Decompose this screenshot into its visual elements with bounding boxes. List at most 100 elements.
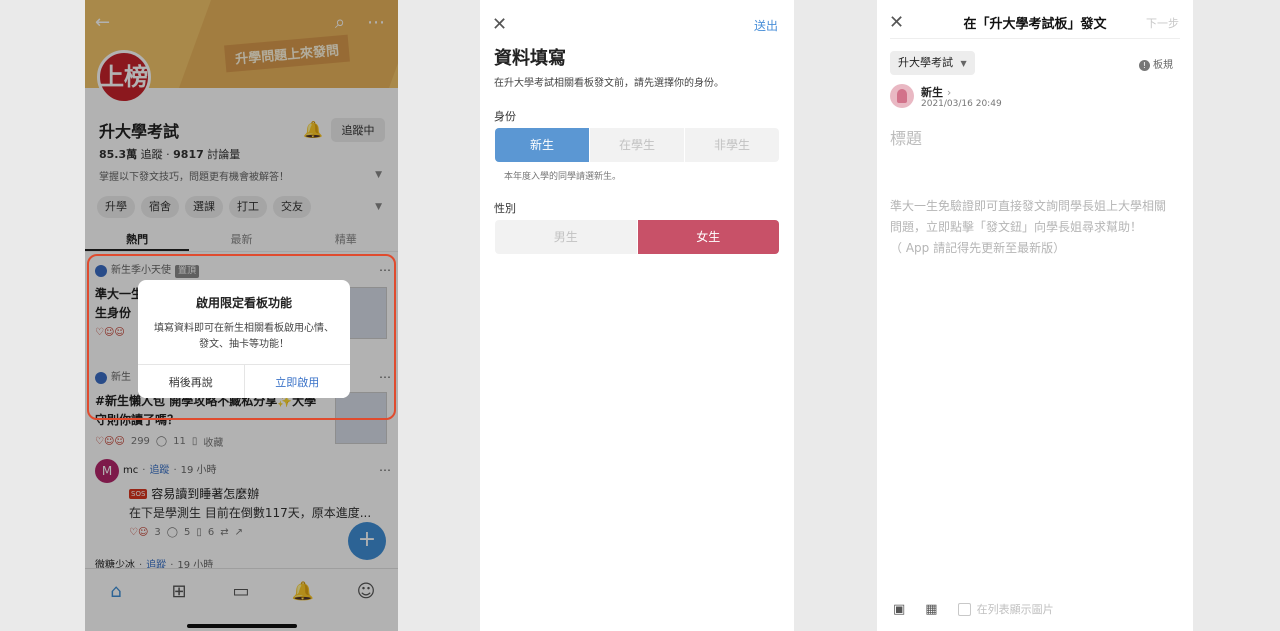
tag-chip[interactable]: 交友	[273, 196, 311, 218]
content-input[interactable]: 準大一生免驗證即可直接發文詢問學長姐上大學相關 問題，立即點擊「發文鈕」向學長姐…	[890, 196, 1182, 259]
top-bar: ← ⌕ ⋯	[95, 12, 388, 34]
meta-dot: ·	[173, 465, 177, 476]
submit-button[interactable]: 送出	[754, 17, 778, 34]
tab-hot[interactable]: 熱門	[85, 230, 190, 251]
board-screen: 升學問題上來發問 ← ⌕ ⋯ 上榜 升大學考試 🔔 追蹤中 85.3萬 追蹤 ·…	[85, 0, 398, 631]
cards-icon[interactable]: ▭	[229, 581, 253, 602]
chevron-down-icon: ▼	[960, 59, 967, 68]
boards-grid-icon[interactable]: ⊞	[167, 581, 191, 602]
home-indicator	[187, 624, 297, 628]
tag-chip[interactable]: 選課	[185, 196, 223, 218]
repost-icon[interactable]: ⇄	[220, 527, 228, 538]
topic-tags: 升學 宿舍 選課 打工 交友	[97, 196, 311, 218]
avatar[interactable]: M	[95, 459, 119, 483]
board-rules-link[interactable]: ! 板規	[1138, 56, 1173, 71]
board-rules-label: 板規	[1153, 60, 1173, 71]
tags-expand-icon[interactable]: ▼	[375, 202, 382, 212]
page-title: 資料填寫	[494, 48, 566, 69]
enable-features-dialog: 啟用限定看板功能 填寫資料即可在新生相關看板啟用心情、發文、抽卡等功能！ 稍後再…	[138, 280, 350, 398]
follow-link[interactable]: 追蹤	[149, 463, 169, 479]
tab-latest[interactable]: 最新	[189, 230, 293, 251]
post-excerpt: 在下是學測生 目前在倒數117天，原本進度...	[129, 506, 372, 520]
post-reactions: ♡☺ 3 ◯ 5 ▯ 6 ⇄ ↗	[95, 527, 391, 538]
sort-tabs: 熱門 最新 精華	[85, 230, 398, 252]
show-image-checkbox[interactable]: 在列表顯示圖片	[957, 601, 1054, 617]
profile-icon[interactable]: ☺	[354, 581, 378, 602]
bottom-nav: ⌂ ⊞ ▭ 🔔 ☺	[85, 568, 398, 631]
like-count: 299	[130, 436, 150, 447]
dialog-actions: 稍後再說 立即啟用	[138, 364, 350, 398]
bookmark-icon[interactable]: ▯	[196, 527, 202, 538]
header-divider	[890, 38, 1180, 39]
tab-featured[interactable]: 精華	[294, 230, 398, 251]
identity-option-freshman[interactable]: 新生	[495, 128, 590, 162]
board-selector[interactable]: 升大學考試 ▼	[890, 51, 975, 75]
video-icon[interactable]: ▦	[925, 602, 937, 617]
chevron-down-icon[interactable]: ▼	[375, 170, 382, 180]
more-icon[interactable]: ⋯	[367, 12, 385, 34]
gender-selector: 男生 女生	[495, 220, 779, 254]
image-icon[interactable]: ▣	[893, 602, 905, 617]
profile-form-screen: ✕ 送出 資料填寫 在升大學考試相關看板發文前，請先選擇你的身份。 身份 新生 …	[480, 0, 794, 631]
following-button[interactable]: 追蹤中	[331, 118, 385, 142]
comment-count: 5	[183, 527, 191, 538]
discussions-count: 9817	[173, 148, 204, 161]
avatar	[890, 84, 914, 108]
user-identity[interactable]: 新生 ›	[921, 84, 951, 100]
meta-dot: ·	[142, 465, 146, 476]
chevron-right-icon: ›	[946, 86, 952, 99]
identity-option-non-student[interactable]: 非學生	[685, 128, 779, 162]
identity-hint: 本年度入學的同學請選新生。	[504, 172, 622, 182]
compose-toolbar: ▣ ▦ 在列表顯示圖片	[893, 601, 1054, 617]
search-icon[interactable]: ⌕	[335, 12, 345, 34]
content-placeholder-line: 準大一生免驗證即可直接發文詢問學長姐上大學相關	[890, 199, 1167, 213]
bell-icon[interactable]: 🔔	[303, 120, 323, 139]
content-placeholder-line: 問題，立即點擊「發文鈕」向學長姐尋求幫助！	[890, 220, 1143, 234]
list-item[interactable]: M mc · 追蹤 · 19 小時 ⋯ SOS 容易讀到睡著怎麼辦 在下是學測生…	[95, 459, 391, 538]
post-more-icon[interactable]: ⋯	[379, 463, 391, 477]
stage: 升學問題上來發問 ← ⌕ ⋯ 上榜 升大學考試 🔔 追蹤中 85.3萬 追蹤 ·…	[0, 0, 1280, 631]
post-title-text: 容易讀到睡著怎麼辦	[151, 487, 260, 501]
info-icon: !	[1138, 60, 1150, 71]
compose-screen: ✕ 在「升大學考試板」發文 下一步 升大學考試 ▼ ! 板規 新生 › 2021…	[877, 0, 1193, 631]
checkbox-box	[957, 602, 971, 616]
board-logo: 上榜	[97, 50, 151, 104]
comment-icon[interactable]: ◯	[167, 527, 178, 538]
identity-selector: 新生 在學生 非學生	[495, 128, 779, 162]
tag-chip[interactable]: 宿舍	[141, 196, 179, 218]
followers-count: 85.3萬	[99, 148, 138, 161]
gender-option-male[interactable]: 男生	[495, 220, 638, 254]
post-author: mc	[123, 465, 139, 476]
post-timestamp: 2021/03/16 20:49	[921, 99, 1002, 109]
reaction-icons: ♡☺	[129, 527, 149, 538]
board-stats: 85.3萬 追蹤 · 9817 討論量	[99, 146, 240, 162]
later-button[interactable]: 稍後再說	[138, 365, 245, 398]
dialog-body: 填寫資料即可在新生相關看板啟用心情、發文、抽卡等功能！	[154, 323, 334, 350]
reaction-icons: ♡☺☺	[95, 436, 125, 447]
bookmark-icon[interactable]: ▯	[192, 436, 198, 447]
share-icon[interactable]: ↗	[235, 527, 243, 538]
identity-option-student[interactable]: 在學生	[590, 128, 685, 162]
save-label[interactable]: 收藏	[203, 434, 223, 449]
comment-icon[interactable]: ◯	[156, 436, 167, 447]
notification-icon[interactable]: 🔔	[291, 581, 315, 602]
user-name: 新生	[921, 86, 943, 99]
home-icon[interactable]: ⌂	[104, 581, 128, 602]
gender-option-female[interactable]: 女生	[637, 220, 779, 254]
tag-chip[interactable]: 升學	[97, 196, 135, 218]
next-step-button[interactable]: 下一步	[1146, 15, 1179, 31]
show-image-label: 在列表顯示圖片	[976, 603, 1054, 616]
comment-count: 11	[173, 436, 186, 447]
gender-label: 性別	[494, 202, 516, 215]
identity-label: 身份	[494, 110, 516, 123]
tag-chip[interactable]: 打工	[229, 196, 267, 218]
post-time: 19 小時	[180, 465, 217, 476]
back-arrow-icon[interactable]: ←	[95, 12, 110, 34]
post-title: SOS 容易讀到睡著怎麼辦	[95, 485, 391, 504]
board-description[interactable]: 掌握以下發文技巧，問題更有機會被解答！	[99, 168, 289, 183]
like-count: 3	[154, 527, 161, 538]
close-icon[interactable]: ✕	[492, 14, 507, 35]
title-input[interactable]: 標題	[890, 125, 922, 149]
new-post-button[interactable]: +	[348, 522, 386, 560]
enable-now-button[interactable]: 立即啟用	[244, 365, 350, 398]
